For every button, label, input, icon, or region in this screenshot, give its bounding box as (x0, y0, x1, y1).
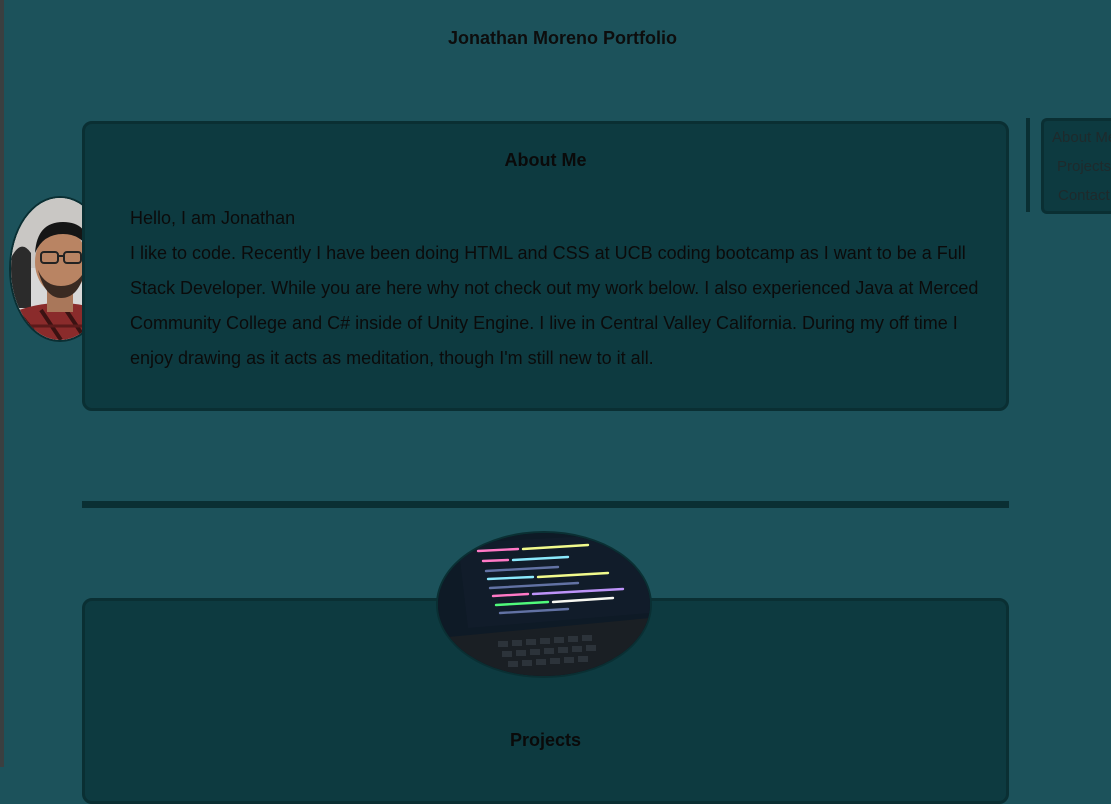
laptop-code-image (438, 533, 650, 676)
side-nav: About Me Projects Contact (1041, 118, 1111, 214)
nav-item-about-me[interactable]: About Me (1052, 129, 1111, 146)
section-divider (82, 501, 1009, 508)
page-title: Jonathan Moreno Portfolio (448, 28, 677, 48)
projects-heading: Projects (509, 730, 582, 750)
about-heading: About Me (504, 150, 587, 170)
nav-item-projects[interactable]: Projects (1057, 158, 1111, 175)
nav-divider-line (1026, 118, 1030, 212)
window-left-edge (0, 0, 4, 767)
nav-item-contact[interactable]: Contact (1058, 187, 1110, 204)
about-section: About Me Hello, I am Jonathan I like to … (82, 121, 1009, 411)
about-greeting: Hello, I am Jonathan (130, 208, 296, 228)
projects-banner-image (436, 531, 652, 678)
about-body-text: I like to code. Recently I have been doi… (130, 243, 979, 368)
